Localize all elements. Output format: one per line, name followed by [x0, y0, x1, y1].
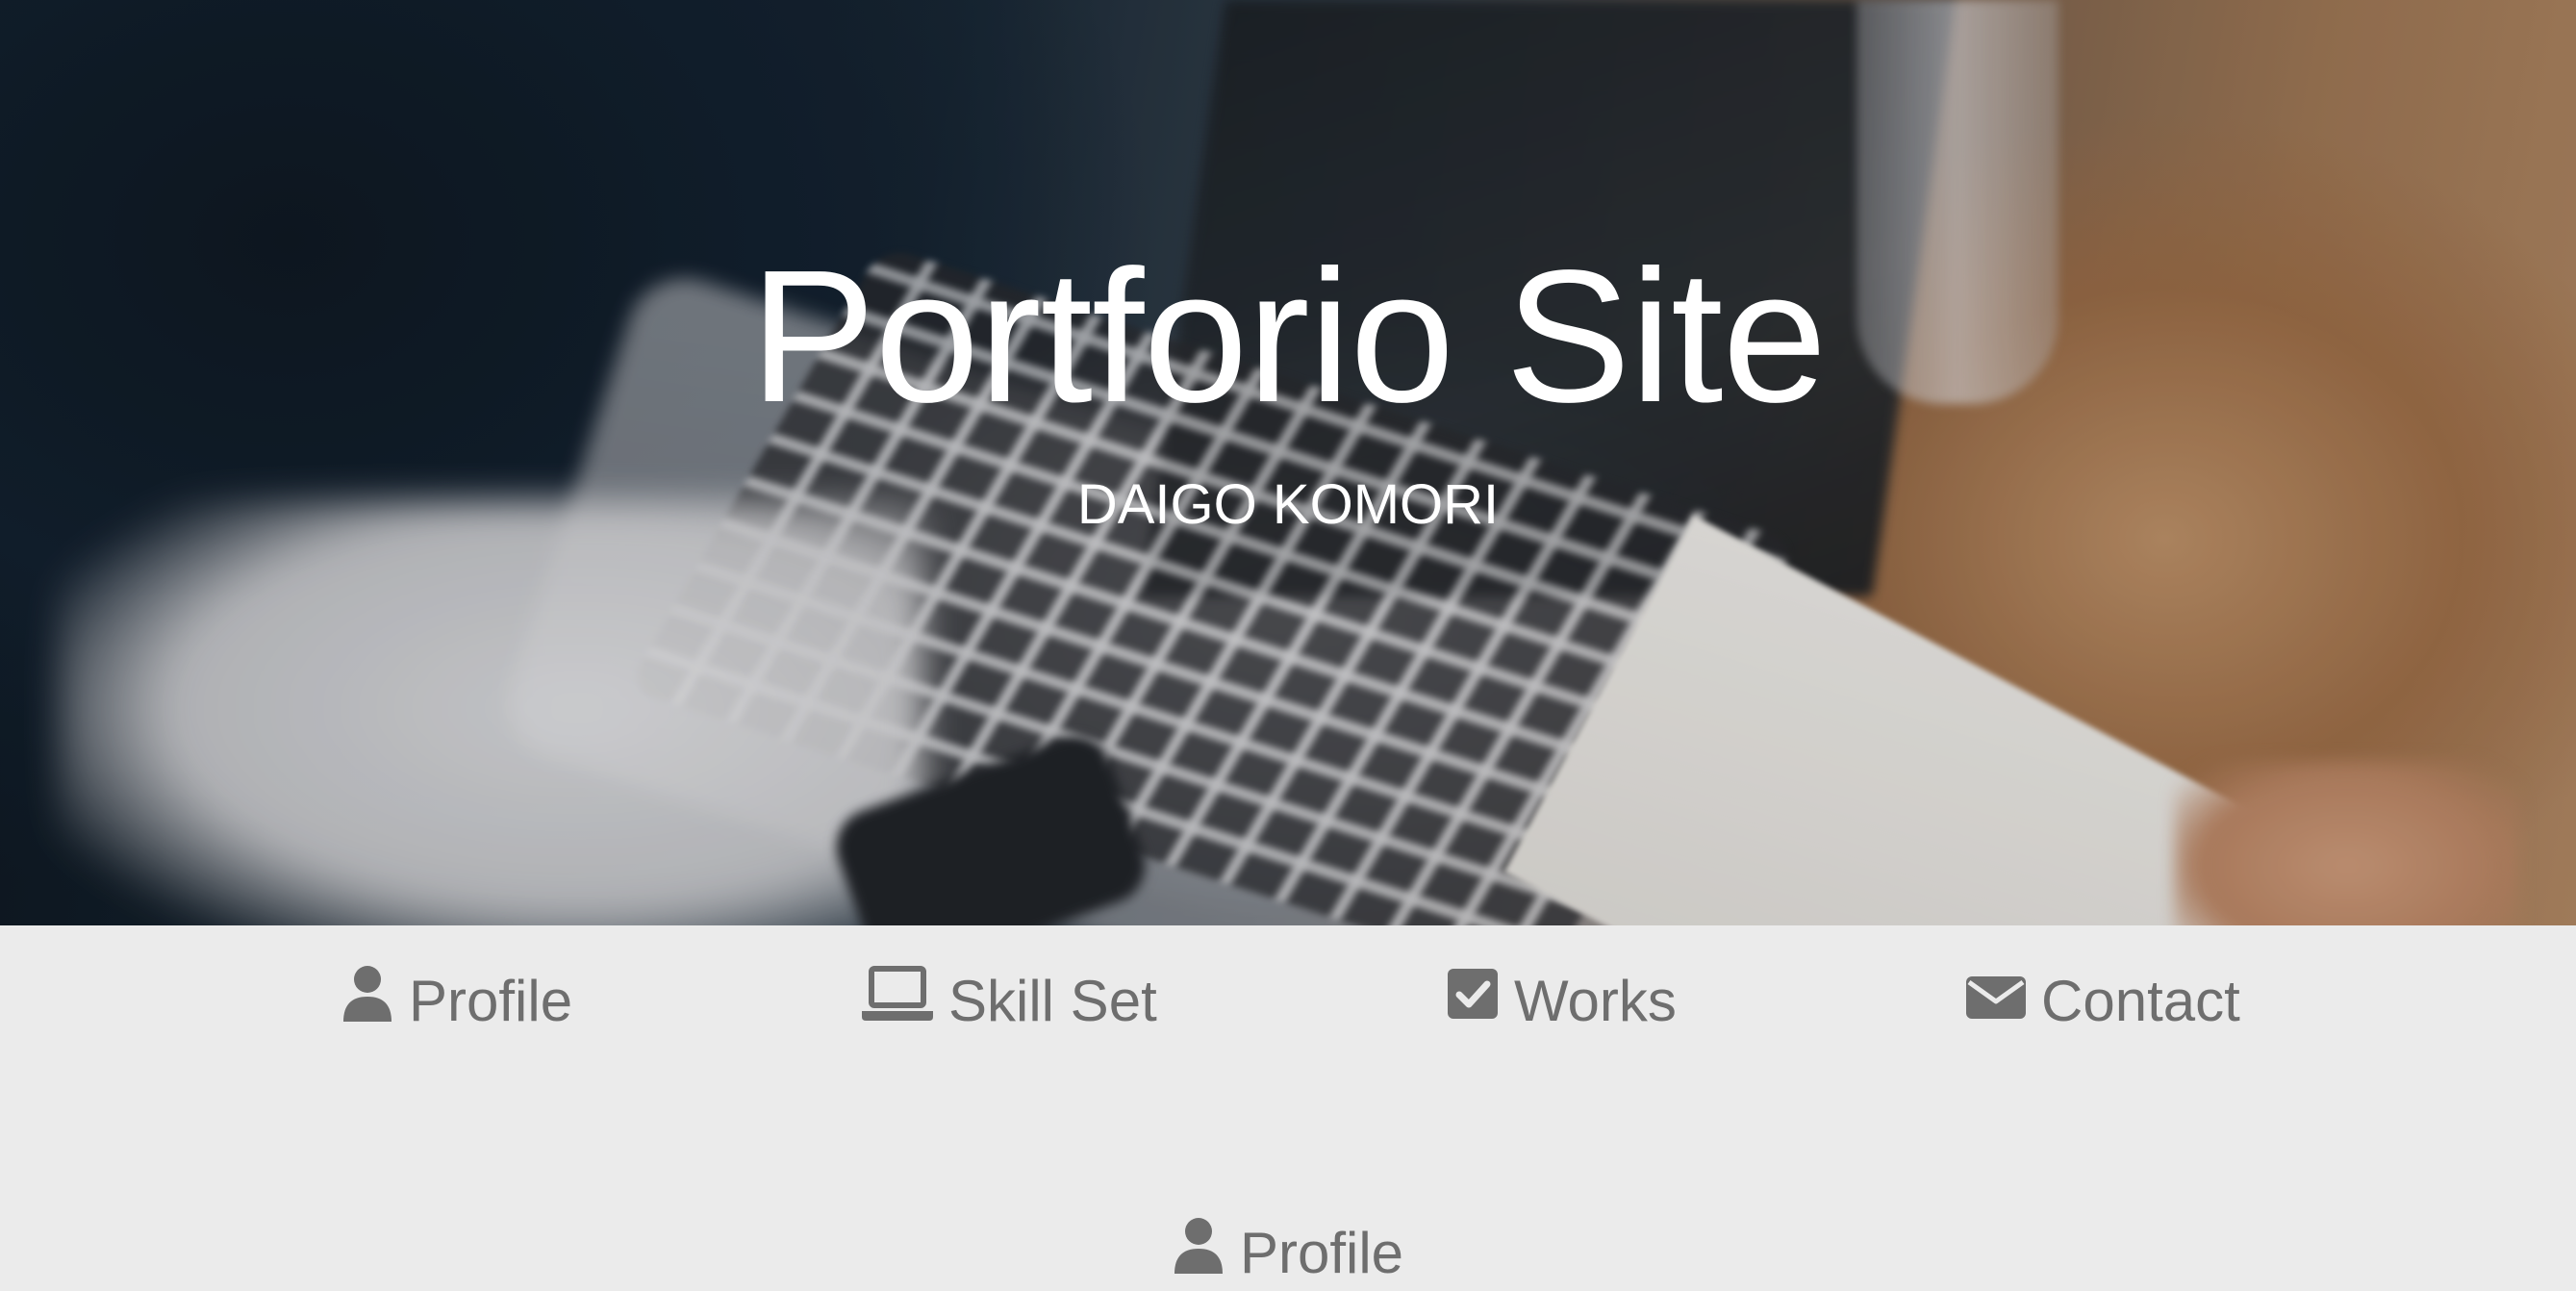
main-nav: Profile Skill Set Works Contact: [0, 925, 2576, 1070]
nav-item-label: Contact: [2041, 968, 2240, 1033]
nav-item-profile[interactable]: Profile: [341, 962, 572, 1039]
site-owner-name: DAIGO KOMORI: [1076, 473, 1500, 536]
section-heading-profile: Profile: [0, 1214, 2576, 1291]
nav-item-contact[interactable]: Contact: [1966, 962, 2240, 1039]
site-title: Portforio Site: [749, 231, 1828, 442]
envelope-icon: [1966, 968, 2026, 1034]
nav-item-label: Profile: [409, 968, 573, 1033]
nav-item-label: Works: [1514, 968, 1677, 1033]
nav-item-label: Skill Set: [948, 968, 1157, 1033]
check-square-icon: [1447, 967, 1499, 1034]
laptop-icon: [862, 965, 933, 1036]
user-icon: [1173, 1216, 1225, 1289]
nav-item-works[interactable]: Works: [1447, 962, 1677, 1039]
hero-overlay: [0, 0, 2576, 925]
user-icon: [341, 964, 393, 1037]
nav-item-skill-set[interactable]: Skill Set: [862, 962, 1157, 1039]
hero-banner: Portforio Site DAIGO KOMORI: [0, 0, 2576, 925]
section-heading-label: Profile: [1239, 1220, 1404, 1285]
